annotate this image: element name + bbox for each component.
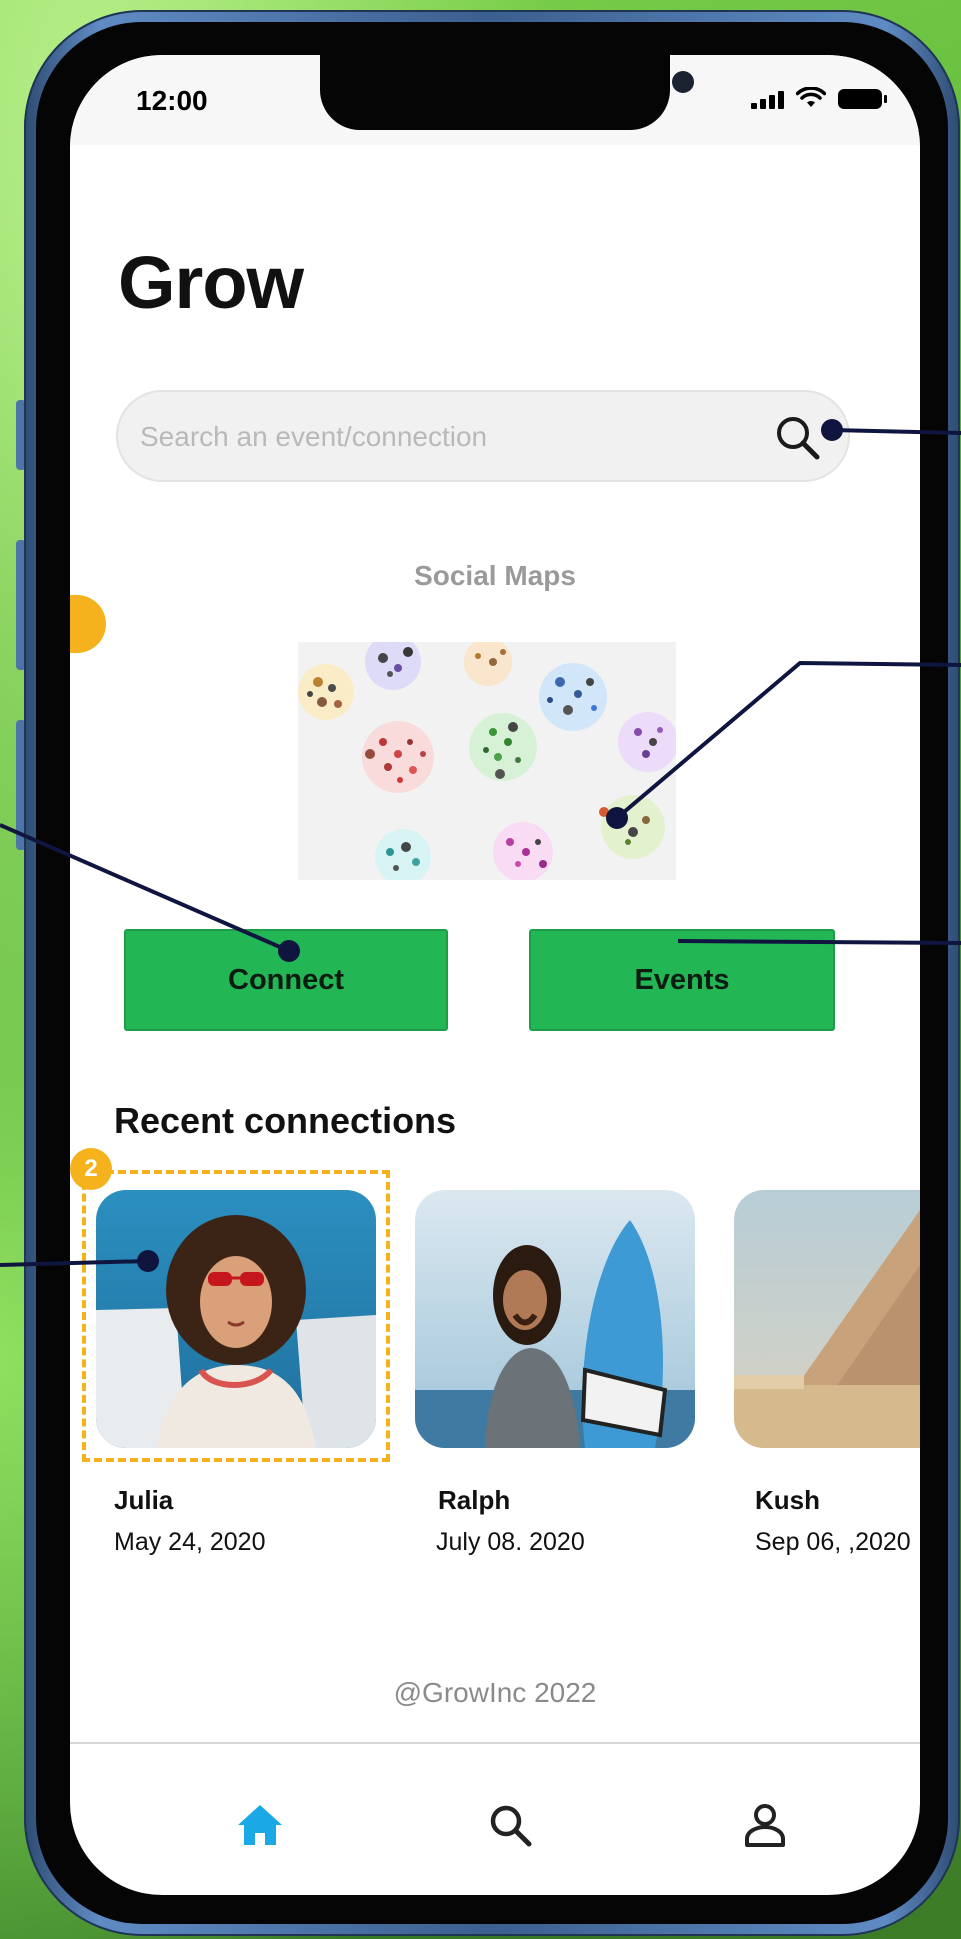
profile-icon[interactable] [735,1795,795,1855]
map-cluster [493,822,553,880]
social-maps-title: Social Maps [414,560,576,591]
map-cluster [618,712,676,772]
connection-date: July 08. 2020 [436,1528,585,1556]
connection-date: May 24, 2020 [114,1528,266,1556]
app-screen: 12:00 Grow Social Maps [70,55,920,1895]
page-title: Grow [118,241,304,324]
map-cluster [539,663,607,731]
connection-photo-julia[interactable] [96,1190,376,1448]
search-icon[interactable] [480,1795,540,1855]
annotation-marker [70,595,106,653]
status-icons [751,87,887,109]
connection-name[interactable]: Kush [755,1485,820,1516]
connection-photo-ralph[interactable] [415,1190,695,1448]
connect-button[interactable]: Connect [124,929,448,1031]
social-map-image[interactable] [298,642,676,880]
footer-copyright: @GrowInc 2022 [393,1677,597,1708]
connection-name[interactable]: Julia [114,1485,173,1516]
nav-divider [70,1742,920,1744]
signal-icon [751,91,784,109]
recent-connections-title: Recent connections [114,1100,457,1141]
connection-name[interactable]: Ralph [438,1485,510,1516]
notch [320,55,694,130]
battery-icon [838,89,887,109]
connection-date: Sep 06, ,2020 [755,1528,911,1556]
map-cluster [298,664,354,720]
annotation-badge: 2 [70,1148,112,1190]
search-icon[interactable] [772,412,824,464]
wifi-icon [796,87,826,107]
camera-icon [672,71,694,93]
map-cluster [469,713,537,781]
home-icon[interactable] [230,1795,290,1855]
search-input[interactable] [138,410,742,464]
map-cluster [362,721,434,793]
search-bar[interactable] [116,390,850,482]
status-time: 12:00 [136,85,208,116]
events-button[interactable]: Events [529,929,835,1031]
connection-photo-kush[interactable] [734,1190,920,1448]
status-bar: 12:00 [70,55,920,145]
